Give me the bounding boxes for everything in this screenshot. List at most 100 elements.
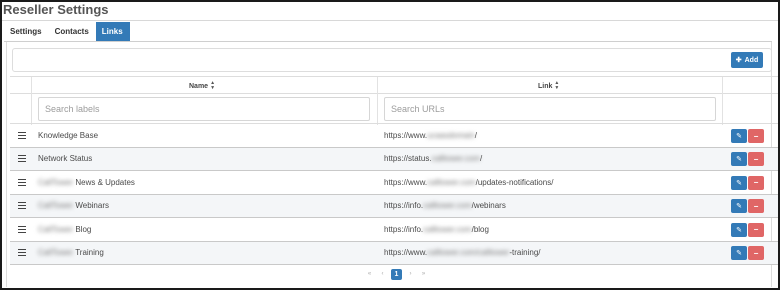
add-link-button[interactable]: ✚ Add [731,52,763,68]
link-url-cell: https://www.calltower.com/calltower-trai… [384,248,541,257]
drag-handle-icon[interactable] [18,155,26,164]
pencil-icon: ✎ [736,156,742,164]
first-page-button[interactable]: « [365,271,374,277]
edit-link-button[interactable]: ✎ [731,246,747,260]
column-header-name-label: Name [189,82,209,90]
drag-handle-icon[interactable] [18,249,26,258]
link-url-cell: https://info.calltower.com/blog [384,225,489,234]
search-labels-input[interactable] [38,97,370,121]
edit-link-button[interactable]: ✎ [731,175,747,190]
link-url-prefix: https://www. [384,248,428,257]
drag-handle-icon[interactable] [18,132,26,141]
link-label-cell: CallTower News & Updates [38,178,135,187]
table-row: Knowledge Base https://www.ucaasdomain/ ✎ − [10,125,778,148]
link-label-text: Blog [73,224,92,234]
add-button-label: Add [744,56,759,64]
prev-page-button[interactable]: ‹ [378,271,387,277]
column-header-link-label: Link [538,82,553,90]
link-url-prefix: https://www. [384,131,428,140]
redacted-domain-text: calltower.com [427,177,476,187]
pagination: « ‹ 1 › » [365,268,428,280]
search-urls-input[interactable] [384,97,716,121]
pencil-icon: ✎ [736,226,742,234]
table-toolbar [12,48,772,72]
tab-settings[interactable]: Settings [4,22,49,41]
filter-row [10,94,778,124]
link-url-cell: https://www.calltower.com/updates-notifi… [384,178,553,187]
next-page-button[interactable]: › [406,271,415,277]
link-url-suffix: / [474,131,477,140]
delete-link-button[interactable]: − [748,246,764,260]
drag-handle-icon[interactable] [18,225,26,235]
link-label-cell: Network Status [38,154,92,163]
pencil-icon: ✎ [736,203,742,211]
redacted-brand-text: CallTower [38,177,74,187]
table-row: CallTower Webinars https://info.calltower… [10,195,778,219]
edit-link-button[interactable]: ✎ [731,222,747,237]
redacted-domain-text: calltower.com [423,201,472,211]
delete-link-button[interactable]: − [748,129,764,143]
delete-link-button[interactable]: − [748,152,764,167]
drag-handle-icon[interactable] [18,202,26,211]
minus-icon: − [753,248,759,258]
link-label-text: Training [73,248,104,257]
minus-icon: − [753,225,759,235]
link-label-text: News & Updates [73,177,135,187]
redacted-domain-text: calltower.com/calltower [427,248,510,257]
tab-contacts[interactable]: Contacts [49,22,96,41]
last-page-button[interactable]: » [419,271,428,277]
redacted-brand-text: CallTower [38,248,74,257]
link-label-text: Network Status [38,154,93,164]
drag-handle-icon[interactable] [18,178,26,188]
link-url-prefix: https://info. [384,201,424,211]
title-divider [2,20,778,21]
edit-link-button[interactable]: ✎ [731,199,747,214]
redacted-domain-text: ucaasdomain [427,131,475,140]
link-url-cell: https://info.calltower.com/webinars [384,201,506,210]
pencil-icon: ✎ [736,179,742,187]
link-url-suffix: /blog [471,224,489,234]
minus-icon: − [753,201,759,211]
table-header: Name ▲ ▼ Link ▲ ▼ [10,76,778,94]
delete-link-button[interactable]: − [748,199,764,214]
link-url-prefix: https://www. [384,177,428,187]
table-row: CallTower Training https://www.calltower.… [10,242,778,265]
column-header-name[interactable]: Name ▲ ▼ [189,81,215,91]
minus-icon: − [753,154,759,164]
link-label-cell: Knowledge Base [38,131,98,140]
link-label-cell: CallTower Webinars [38,201,109,210]
link-url-suffix: /webinars [471,201,506,211]
edit-link-button[interactable]: ✎ [731,152,747,167]
link-url-prefix: https://status. [384,154,432,164]
delete-link-button[interactable]: − [748,175,764,190]
link-label-text: Knowledge Base [38,131,99,140]
tab-links[interactable]: Links [95,22,130,41]
redacted-brand-text: CallTower [38,224,74,234]
link-url-cell: https://status.calltower.com/ [384,154,482,163]
sort-icon: ▲ ▼ [554,80,560,91]
link-label-text: Webinars [73,201,109,211]
link-url-cell: https://www.ucaasdomain/ [384,131,477,140]
plus-icon: ✚ [735,57,742,64]
link-url-suffix: /updates-notifications/ [475,177,554,187]
tab-bar: Settings Contacts Links [4,22,130,41]
table-row: CallTower Blog https://info.calltower.com… [10,219,778,242]
table-row: CallTower News & Updates https://www.call… [10,172,778,195]
delete-link-button[interactable]: − [748,222,764,237]
edit-link-button[interactable]: ✎ [731,129,747,143]
pencil-icon: ✎ [736,133,742,140]
pencil-icon: ✎ [736,250,742,257]
current-page-button[interactable]: 1 [391,268,402,280]
redacted-domain-text: calltower.com [423,224,472,234]
link-label-cell: CallTower Blog [38,225,91,234]
link-url-suffix: / [480,154,483,164]
sort-icon: ▲ ▼ [210,80,216,91]
minus-icon: − [753,178,759,188]
column-header-link[interactable]: Link ▲ ▼ [538,81,559,91]
link-url-suffix: -training/ [509,248,541,257]
link-label-cell: CallTower Training [38,248,104,257]
page-title: Reseller Settings [3,2,109,17]
redacted-domain-text: calltower.com [431,154,481,164]
link-url-prefix: https://info. [384,224,424,234]
minus-icon: − [753,131,759,141]
